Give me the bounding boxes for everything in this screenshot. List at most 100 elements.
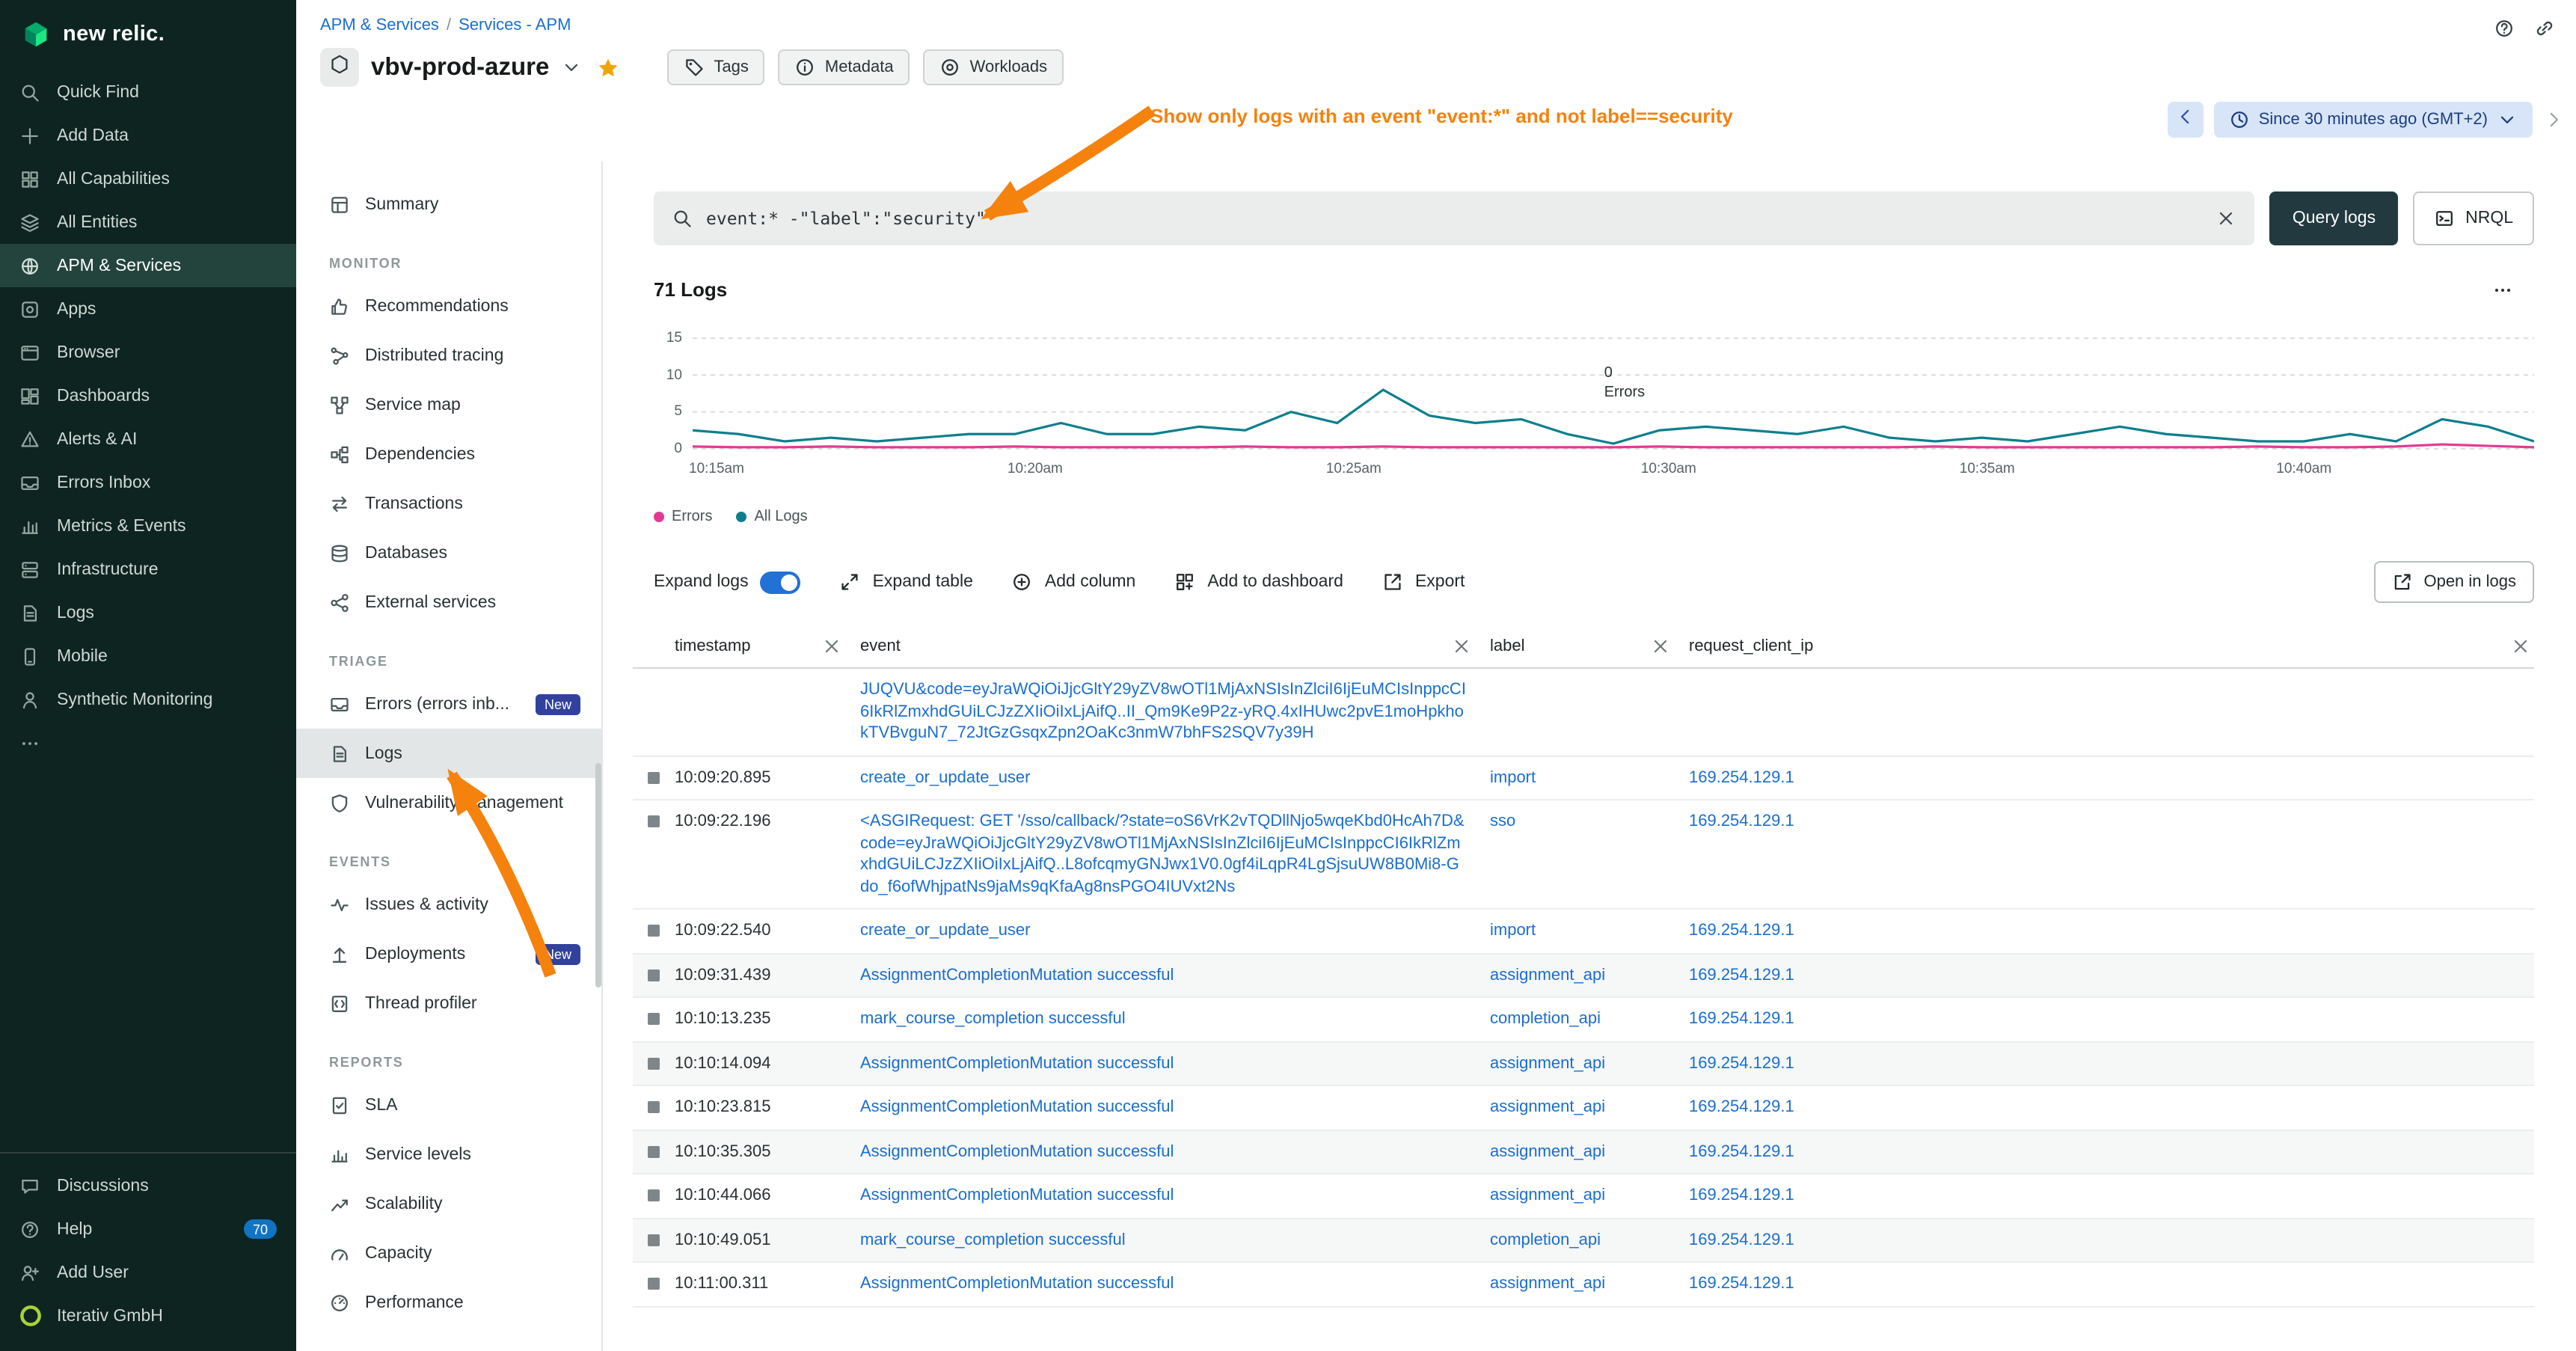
cell-request-client-ip-link[interactable]: 169.254.129.1 xyxy=(1689,767,2534,788)
permalink-icon[interactable] xyxy=(2534,18,2555,39)
export-button[interactable]: Export xyxy=(1382,572,1465,592)
cell-request-client-ip-link[interactable]: 169.254.129.1 xyxy=(1689,964,2534,986)
table-row[interactable]: 10:10:35.305AssignmentCompletionMutation… xyxy=(633,1130,2534,1174)
table-row[interactable]: 10:09:20.895create_or_update_userimport1… xyxy=(633,756,2534,800)
log-query-input[interactable]: event:* -"label":"security" xyxy=(654,192,2255,245)
table-row[interactable]: 10:11:00.311AssignmentCompletionMutation… xyxy=(633,1263,2534,1307)
table-row[interactable]: 10:09:22.196<ASGIRequest: GET '/sso/call… xyxy=(633,800,2534,910)
cell-request-client-ip-link[interactable]: 169.254.129.1 xyxy=(1689,811,2534,833)
remove-column-icon[interactable] xyxy=(821,635,842,656)
cell-event-link[interactable]: mark_course_completion successful xyxy=(860,1008,1490,1030)
cell-event-link[interactable]: <ASGIRequest: GET '/sso/callback/?state=… xyxy=(860,811,1490,898)
column-header-label[interactable]: label xyxy=(1490,635,1689,656)
cell-event-link[interactable]: create_or_update_user xyxy=(860,767,1490,788)
chip-tags[interactable]: Tags xyxy=(667,49,765,85)
time-forward-button[interactable] xyxy=(2543,109,2564,130)
sidebar-item-logs[interactable]: Logs xyxy=(296,729,601,778)
cell-event-link[interactable]: AssignmentCompletionMutation successful xyxy=(860,1273,1490,1295)
new-relic-logo[interactable]: new relic. xyxy=(0,0,296,70)
table-row[interactable]: 10:10:49.051mark_course_completion succe… xyxy=(633,1219,2534,1263)
sidebar-item-apm-services[interactable]: APM & Services xyxy=(0,244,296,287)
cell-event-link[interactable]: JUQVU&code=eyJraWQiOiJjcGltY29yZV8wOTl1M… xyxy=(860,679,1490,744)
sidebar-item-scalability[interactable]: Scalability xyxy=(296,1179,601,1228)
sidebar-item-service-map[interactable]: Service map xyxy=(296,380,601,429)
sidebar-item-iterativ-gmbh[interactable]: Iterativ GmbH xyxy=(0,1294,296,1338)
sidebar-item-quick-find[interactable]: Quick Find xyxy=(0,70,296,114)
chart-options-icon[interactable] xyxy=(2492,279,2513,300)
favorite-star-icon[interactable] xyxy=(597,56,619,79)
cell-label-link[interactable]: completion_api xyxy=(1490,1008,1689,1030)
cell-label-link[interactable]: assignment_api xyxy=(1490,964,1689,986)
sidebar-item-transactions[interactable]: Transactions xyxy=(296,479,601,528)
table-row[interactable]: 10:10:13.235mark_course_completion succe… xyxy=(633,998,2534,1042)
nrql-button[interactable]: NRQL xyxy=(2413,192,2534,245)
cell-label-link[interactable]: assignment_api xyxy=(1490,1273,1689,1295)
cell-request-client-ip-link[interactable]: 169.254.129.1 xyxy=(1689,1229,2534,1251)
sidebar-item-infrastructure[interactable]: Infrastructure xyxy=(0,548,296,591)
breadcrumb-apm-services[interactable]: APM & Services xyxy=(320,16,439,34)
sidebar-item-vulnerability-management[interactable]: Vulnerability Management xyxy=(296,778,601,827)
sidebar-item-help[interactable]: Help70 xyxy=(0,1207,296,1251)
sidebar-item-add-user[interactable]: Add User xyxy=(0,1251,296,1294)
time-back-button[interactable] xyxy=(2168,102,2204,138)
open-in-logs-button[interactable]: Open in logs xyxy=(2374,561,2534,603)
cell-label-link[interactable]: assignment_api xyxy=(1490,1097,1689,1118)
cell-request-client-ip-link[interactable]: 169.254.129.1 xyxy=(1689,1185,2534,1207)
sidebar-item-sla[interactable]: SLA xyxy=(296,1080,601,1130)
expand-logs-toggle[interactable]: Expand logs xyxy=(654,571,801,593)
table-row[interactable]: 10:09:31.439AssignmentCompletionMutation… xyxy=(633,954,2534,998)
sidebar-item-summary[interactable]: Summary xyxy=(296,180,601,229)
table-row[interactable]: 10:10:14.094AssignmentCompletionMutation… xyxy=(633,1042,2534,1086)
table-row[interactable]: 10:10:44.066AssignmentCompletionMutation… xyxy=(633,1174,2534,1219)
sidebar-item-metrics-events[interactable]: Metrics & Events xyxy=(0,504,296,548)
remove-column-icon[interactable] xyxy=(1451,635,1472,656)
sidebar-item-deployments[interactable]: DeploymentsNew xyxy=(296,929,601,978)
legend-item-errors[interactable]: Errors xyxy=(654,509,712,525)
cell-event-link[interactable]: AssignmentCompletionMutation successful xyxy=(860,964,1490,986)
cell-request-client-ip-link[interactable]: 169.254.129.1 xyxy=(1689,920,2534,942)
entity-switcher-chevron-icon[interactable] xyxy=(561,57,582,78)
sidebar-item-dashboards[interactable]: Dashboards xyxy=(0,374,296,417)
cell-event-link[interactable]: AssignmentCompletionMutation successful xyxy=(860,1141,1490,1162)
sidebar-item-alerts-ai[interactable]: Alerts & AI xyxy=(0,417,296,461)
chart-plot-area[interactable]: 0 Errors xyxy=(693,331,2534,456)
add-column-button[interactable]: Add column xyxy=(1012,572,1135,592)
sidebar-item-synthetic-monitoring[interactable]: Synthetic Monitoring xyxy=(0,678,296,721)
cell-event-link[interactable]: AssignmentCompletionMutation successful xyxy=(860,1185,1490,1207)
sidebar-item-thread-profiler[interactable]: Thread profiler xyxy=(296,978,601,1028)
column-header-event[interactable]: event xyxy=(860,635,1490,656)
sidebar-scrollbar-thumb[interactable] xyxy=(595,763,601,987)
cell-label-link[interactable]: import xyxy=(1490,920,1689,942)
table-row[interactable]: JUQVU&code=eyJraWQiOiJjcGltY29yZV8wOTl1M… xyxy=(633,669,2534,756)
sidebar-item-distributed-tracing[interactable]: Distributed tracing xyxy=(296,331,601,380)
sidebar-item-errors-errors-inb[interactable]: Errors (errors inb...New xyxy=(296,679,601,729)
cell-event-link[interactable]: AssignmentCompletionMutation successful xyxy=(860,1097,1490,1118)
sidebar-item-logs[interactable]: Logs xyxy=(0,591,296,634)
table-row[interactable]: 10:09:22.540create_or_update_userimport1… xyxy=(633,910,2534,954)
cell-request-client-ip-link[interactable]: 169.254.129.1 xyxy=(1689,1053,2534,1074)
cell-request-client-ip-link[interactable]: 169.254.129.1 xyxy=(1689,1097,2534,1118)
table-row[interactable]: 10:10:23.815AssignmentCompletionMutation… xyxy=(633,1086,2534,1130)
sidebar-item-apps[interactable]: Apps xyxy=(0,287,296,331)
cell-event-link[interactable]: AssignmentCompletionMutation successful xyxy=(860,1053,1490,1074)
time-picker[interactable]: Since 30 minutes ago (GMT+2) xyxy=(2214,102,2533,138)
sidebar-item-add-data[interactable]: Add Data xyxy=(0,114,296,157)
cell-label-link[interactable]: assignment_api xyxy=(1490,1053,1689,1074)
toggle-on-icon[interactable] xyxy=(761,571,801,593)
cell-request-client-ip-link[interactable]: 169.254.129.1 xyxy=(1689,1273,2534,1295)
cell-label-link[interactable]: assignment_api xyxy=(1490,1185,1689,1207)
query-text[interactable]: event:* -"label":"security" xyxy=(706,208,2203,229)
sidebar-item-dependencies[interactable]: Dependencies xyxy=(296,429,601,479)
sidebar-item-all-capabilities[interactable]: All Capabilities xyxy=(0,157,296,200)
sidebar-item-browser[interactable]: Browser xyxy=(0,331,296,374)
legend-item-all-logs[interactable]: All Logs xyxy=(736,509,807,525)
sidebar-item-external-services[interactable]: External services xyxy=(296,578,601,627)
sidebar-item-mobile[interactable]: Mobile xyxy=(0,634,296,678)
chip-workloads[interactable]: Workloads xyxy=(924,49,1064,85)
cell-request-client-ip-link[interactable]: 169.254.129.1 xyxy=(1689,1141,2534,1162)
cell-label-link[interactable]: assignment_api xyxy=(1490,1141,1689,1162)
expand-table-button[interactable]: Expand table xyxy=(840,572,973,592)
cell-label-link[interactable]: sso xyxy=(1490,811,1689,833)
cell-label-link[interactable]: import xyxy=(1490,767,1689,788)
cell-label-link[interactable]: completion_api xyxy=(1490,1229,1689,1251)
